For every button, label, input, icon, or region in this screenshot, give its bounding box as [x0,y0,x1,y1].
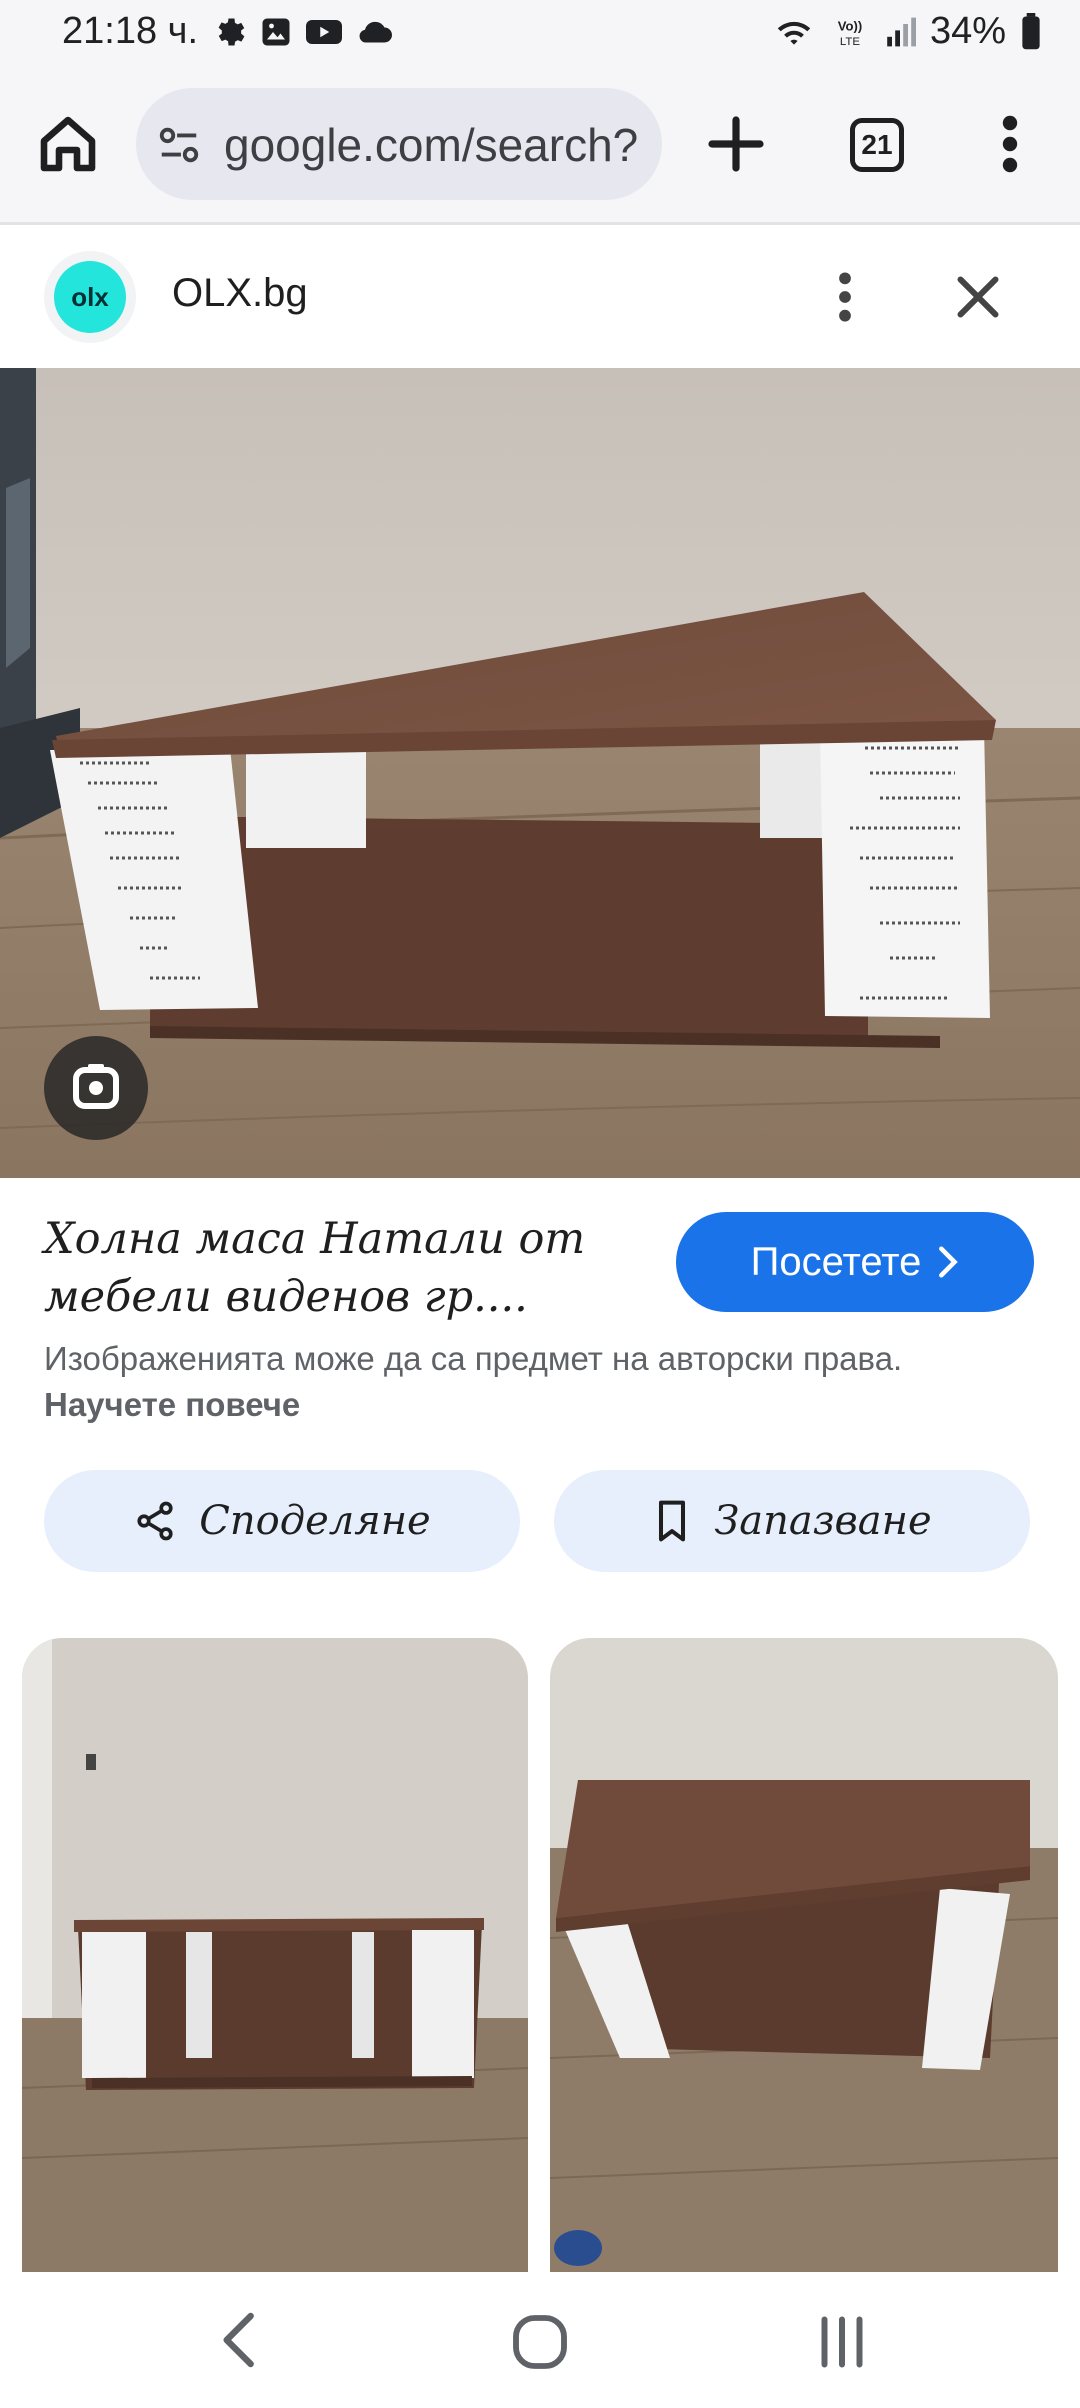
browser-toolbar: google.com/search? 21 [0,72,1080,222]
share-button[interactable]: Споделяне [44,1470,520,1572]
status-time: 21:18 ч. [62,10,199,52]
status-right-group: Vo)) LTE 34% [772,10,1042,53]
visit-button[interactable]: Посетете [676,1212,1034,1312]
more-vert-icon [839,272,851,322]
browser-menu-button[interactable] [990,108,1030,180]
tab-count: 21 [850,118,904,172]
cloud-icon [359,21,392,43]
svg-text:LTE: LTE [840,36,860,48]
plus-icon [708,116,764,172]
related-image-1[interactable] [22,1638,528,2272]
address-bar[interactable]: google.com/search? [136,88,662,200]
more-vert-icon [1002,115,1018,173]
google-lens-button[interactable] [44,1036,148,1140]
home-icon [40,116,96,172]
battery-percent: 34% [929,10,1006,52]
home-button[interactable] [32,108,104,180]
image-icon [262,18,290,46]
nav-recents-button[interactable] [812,2312,872,2372]
svg-text:Vo)): Vo)) [838,18,862,33]
bookmark-icon [659,1500,686,1542]
related-image-2[interactable] [550,1638,1058,2272]
coffee-table-photo [0,368,1080,1178]
lens-icon [73,1064,119,1109]
home-circle-icon [513,2315,567,2369]
chevron-right-icon [939,1246,959,1278]
share-label: Споделяне [199,1498,431,1544]
close-icon [957,276,999,318]
signal-icon [887,17,916,46]
status-bar: 21:18 ч. Vo)) LTE 34% [0,0,1080,72]
recents-icon [821,2316,863,2368]
site-settings-icon[interactable] [156,122,202,168]
tab-switcher-button[interactable]: 21 [844,112,908,176]
nav-back-button[interactable] [210,2308,270,2372]
back-icon [223,2312,254,2368]
share-icon [137,1501,173,1541]
gear-icon [218,18,245,46]
new-tab-button[interactable] [700,108,772,180]
result-title[interactable]: Холна маса Натали от мебели виденов гр..… [44,1210,644,1326]
save-label: Запазване [714,1498,932,1544]
battery-icon [1022,12,1040,49]
olx-logo-mark: olx [54,261,126,333]
related-table-photo-1 [22,1638,528,2272]
learn-more-link[interactable]: Научете повече [44,1386,300,1423]
source-header: olx OLX.bg [0,225,1080,367]
visit-label: Посетете [750,1239,922,1284]
nav-home-button[interactable] [508,2310,572,2374]
wifi-icon [777,21,811,45]
source-menu-button[interactable] [820,265,870,329]
system-navigation-bar [0,2272,1080,2408]
url-text[interactable]: google.com/search? [224,118,638,172]
related-table-photo-2 [550,1638,1058,2272]
copyright-text: Изображенията може да са предмет на авто… [44,1340,903,1377]
copyright-notice: Изображенията може да са предмет на авто… [44,1336,944,1428]
save-button[interactable]: Запазване [554,1470,1030,1572]
source-logo[interactable]: olx [44,251,136,343]
source-name[interactable]: OLX.bg [172,271,308,316]
volte-icon: Vo)) LTE [838,18,862,48]
close-button[interactable] [948,267,1008,327]
status-notification-icons [212,14,394,50]
youtube-icon [306,20,342,44]
main-product-image[interactable] [0,368,1080,1178]
